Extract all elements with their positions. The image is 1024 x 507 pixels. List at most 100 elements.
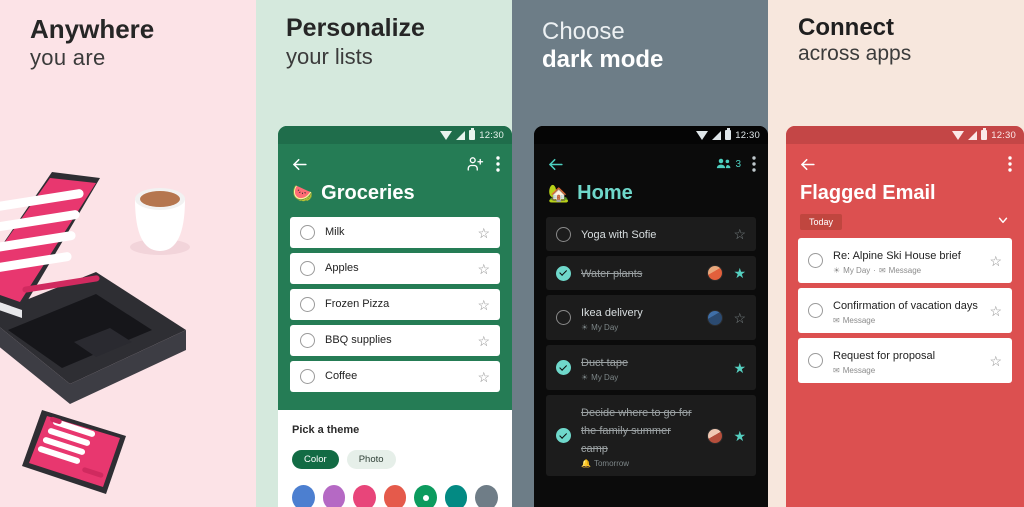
task-row[interactable]: Duct tape ☀ My Day ★: [546, 345, 756, 390]
color-swatch-green-selected[interactable]: [414, 485, 437, 507]
back-arrow-icon[interactable]: [290, 155, 309, 174]
task-title: Apples: [325, 261, 359, 274]
task-row[interactable]: Milk ☆: [290, 217, 500, 248]
email-meta-message: Message: [842, 316, 876, 325]
email-row[interactable]: Confirmation of vacation days ✉ Message …: [798, 288, 1012, 333]
color-swatch-pink[interactable]: [353, 485, 376, 507]
task-checkbox[interactable]: [300, 261, 315, 276]
email-checkbox[interactable]: [808, 353, 823, 368]
chevron-down-icon[interactable]: [996, 213, 1010, 230]
overflow-menu-icon[interactable]: [752, 156, 756, 172]
group-header-today[interactable]: Today: [786, 213, 1024, 238]
battery-icon: [469, 128, 476, 140]
tab-photo[interactable]: Photo: [346, 450, 396, 469]
task-title: Duct tape: [581, 357, 629, 369]
task-title: BBQ supplies: [325, 333, 392, 346]
heading-line-2: dark mode: [542, 46, 664, 74]
heading-line-1: Choose: [542, 18, 625, 45]
email-row[interactable]: Re: Alpine Ski House brief ☀ My Day · ✉ …: [798, 238, 1012, 283]
envelope-icon: ✉: [833, 316, 840, 325]
task-checkbox[interactable]: [556, 226, 571, 242]
star-icon[interactable]: ☆: [989, 304, 1002, 318]
wifi-icon: [440, 130, 453, 140]
task-row[interactable]: Yoga with Sofie ☆: [546, 217, 756, 251]
status-time: 12:30: [735, 129, 760, 141]
wifi-icon: [952, 130, 965, 140]
task-checkbox[interactable]: [300, 369, 315, 384]
email-checkbox[interactable]: [808, 253, 823, 268]
task-checkbox[interactable]: [300, 333, 315, 348]
app-bar: [786, 144, 1024, 178]
sun-icon: ☀: [581, 323, 589, 332]
signal-icon: [712, 130, 722, 140]
task-checkbox-checked[interactable]: [556, 428, 571, 443]
task-row[interactable]: Ikea delivery ☀ My Day ☆: [546, 295, 756, 340]
star-icon[interactable]: ☆: [477, 370, 490, 384]
color-swatch-teal[interactable]: [444, 485, 468, 507]
phone-flagged-email: 12:30 Flagged Email Today Re: Alpine Ski…: [786, 126, 1024, 507]
task-meta: 🔔 Tomorrow: [581, 459, 697, 468]
panel-personalize: Personalize your lists 12:30 🍉 Groceries…: [256, 0, 512, 507]
coffee-cup-icon: [130, 188, 190, 255]
task-row[interactable]: Frozen Pizza ☆: [290, 289, 500, 320]
task-meta: ☀ My Day: [581, 323, 697, 332]
star-icon[interactable]: ☆: [989, 254, 1002, 268]
task-row[interactable]: Decide where to go for the family summer…: [546, 395, 756, 476]
task-checkbox-checked[interactable]: [556, 265, 571, 281]
task-title: Water plants: [581, 268, 643, 280]
back-arrow-icon[interactable]: [546, 155, 565, 174]
star-icon[interactable]: ☆: [477, 226, 490, 240]
overflow-menu-icon[interactable]: [496, 156, 500, 172]
task-meta-text: My Day: [591, 373, 619, 382]
battery-icon: [725, 128, 732, 140]
star-icon-filled[interactable]: ★: [733, 361, 746, 375]
task-title: Coffee: [325, 369, 358, 382]
star-icon[interactable]: ☆: [477, 334, 490, 348]
star-icon[interactable]: ☆: [733, 311, 746, 325]
task-checkbox[interactable]: [300, 297, 315, 312]
email-row[interactable]: Request for proposal ✉ Message ☆: [798, 338, 1012, 383]
phone-device-icon: [22, 410, 126, 494]
task-row[interactable]: Water plants ★: [546, 256, 756, 290]
task-row[interactable]: Coffee ☆: [290, 361, 500, 392]
list-title-flagged-email: Flagged Email: [786, 178, 1024, 213]
signal-icon: [968, 130, 978, 140]
status-time: 12:30: [991, 129, 1016, 141]
color-swatch-purple[interactable]: [322, 485, 346, 507]
tab-color[interactable]: Color: [292, 450, 339, 469]
task-row[interactable]: Apples ☆: [290, 253, 500, 284]
avatar: [707, 427, 724, 444]
task-list-home: Yoga with Sofie ☆ Water plants ★ Ikea de…: [534, 217, 768, 476]
task-checkbox[interactable]: [300, 225, 315, 240]
panel-anywhere: Anywhere you are: [0, 0, 256, 507]
star-icon-filled[interactable]: ★: [733, 266, 746, 280]
color-swatch-gray[interactable]: [475, 485, 499, 507]
heading-line-1: Connect: [798, 14, 894, 41]
task-row[interactable]: BBQ supplies ☆: [290, 325, 500, 356]
color-swatch-red[interactable]: [383, 485, 407, 507]
task-checkbox-checked[interactable]: [556, 360, 571, 375]
meta-separator: ·: [873, 266, 876, 275]
panel-dark-mode: Choose dark mode 12:30 3 🏡 Home Yoga wit…: [512, 0, 768, 507]
task-checkbox[interactable]: [556, 310, 571, 325]
star-icon[interactable]: ☆: [989, 354, 1002, 368]
email-meta: ☀ My Day · ✉ Message: [833, 266, 979, 275]
star-icon[interactable]: ☆: [477, 262, 490, 276]
overflow-menu-icon[interactable]: [1008, 156, 1012, 172]
avatar: [707, 265, 724, 281]
color-swatch-blue[interactable]: [292, 485, 315, 507]
list-title-text: Flagged Email: [800, 182, 936, 204]
theme-picker-sheet: Pick a theme Color Photo: [278, 410, 512, 507]
back-arrow-icon[interactable]: [798, 155, 817, 174]
task-title: Milk: [325, 225, 345, 238]
watermelon-icon: 🍉: [292, 184, 314, 203]
add-person-icon[interactable]: [466, 155, 484, 173]
task-title: Ikea delivery: [581, 307, 643, 319]
panel-dark-mode-heading: Choose dark mode: [542, 18, 663, 75]
star-icon-filled[interactable]: ★: [733, 429, 746, 443]
email-checkbox[interactable]: [808, 303, 823, 318]
star-icon[interactable]: ☆: [477, 298, 490, 312]
star-icon[interactable]: ☆: [733, 227, 746, 241]
list-title-home: 🏡 Home: [534, 178, 768, 217]
people-icon[interactable]: [715, 155, 733, 173]
